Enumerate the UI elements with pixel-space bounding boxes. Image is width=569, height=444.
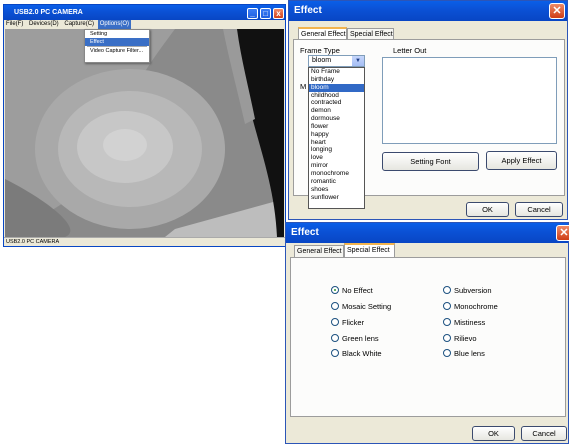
radio-icon [331,318,339,326]
cancel-button[interactable]: Cancel [515,202,563,217]
dialog-title: Effect [294,5,322,16]
dialog-title: Effect [291,227,319,238]
options-dropdown: Setting Effect Video Capture Filter... [84,29,150,63]
list-item[interactable]: shoes [309,186,364,194]
menu-options[interactable]: Options(O) [97,20,132,29]
menu-capture[interactable]: Capture(C) [62,20,96,29]
list-item[interactable]: happy [309,131,364,139]
radio-icon [443,334,451,342]
close-icon[interactable]: ✕ [556,225,569,241]
radio-selected-icon [331,286,339,294]
camera-window: USB2.0 PC CAMERA _ □ x File(F) Devices(D… [3,4,286,247]
menu-devices[interactable]: Devices(D) [27,20,61,29]
radio-label: Rilievo [454,334,477,343]
status-bar: USB2.0 PC CAMERA [4,237,285,246]
frame-type-label: Frame Type [300,46,340,55]
radio-icon [331,349,339,357]
list-item[interactable]: birthday [309,76,364,84]
list-item[interactable]: demon [309,107,364,115]
letter-out-label: Letter Out [393,46,427,55]
radio-icon [331,302,339,310]
radio-label: Mistiness [454,318,486,327]
menu-bar: File(F) Devices(D) Capture(C) Options(O) [4,20,285,29]
radio-flicker[interactable]: Flicker [331,318,364,328]
radio-label: Subversion [454,286,492,295]
list-item[interactable]: love [309,154,364,162]
radio-icon [443,318,451,326]
radio-icon [443,349,451,357]
radio-subversion[interactable]: Subversion [443,286,492,296]
radio-no-effect[interactable]: No Effect [331,286,373,296]
list-item[interactable]: monochrome [309,170,364,178]
radio-mosaic-setting[interactable]: Mosaic Setting [331,302,391,312]
apply-effect-button[interactable]: Apply Effect [486,151,557,170]
radio-label: Blue lens [454,349,485,358]
radio-label: Mosaic Setting [342,302,392,311]
frame-selected-value: bloom [312,57,332,64]
setting-font-button[interactable]: Setting Font [382,152,479,171]
radio-mistiness[interactable]: Mistiness [443,318,485,328]
radio-icon [443,286,451,294]
radio-monochrome[interactable]: Monochrome [443,302,498,312]
tab-special-effect[interactable]: Special Effect [344,243,395,257]
dialog-title-bar[interactable]: Effect [286,223,568,243]
list-item[interactable]: romantic [309,178,364,186]
dialog-title-bar[interactable]: Effect [289,1,567,21]
radio-label: Flicker [342,318,365,327]
close-icon[interactable]: x [273,8,284,19]
list-item-selected[interactable]: bloom [309,83,364,92]
letter-out-textarea[interactable] [382,57,557,144]
close-icon[interactable]: ✕ [549,3,565,19]
chevron-down-icon[interactable]: ▼ [352,56,364,66]
tab-general-effect[interactable]: General Effect [298,27,347,39]
menu-file[interactable]: File(F) [4,20,25,29]
cancel-button[interactable]: Cancel [521,426,567,441]
menu-item-effect[interactable]: Effect [85,38,149,46]
list-item[interactable]: mirror [309,162,364,170]
frame-type-list: No Frame birthday bloom childhood contra… [308,67,365,209]
maximize-icon[interactable]: □ [260,8,271,19]
radio-black-white[interactable]: Black White [331,349,382,359]
radio-label: Monochrome [454,302,498,311]
hidden-label: M [300,82,307,91]
radio-label: Green lens [342,334,379,343]
tab-general-effect[interactable]: General Effect [294,245,344,257]
ok-button[interactable]: OK [472,426,515,441]
radio-rilievo[interactable]: Rilievo [443,334,477,344]
frame-type-select[interactable]: bloom ▼ [308,55,365,67]
list-item[interactable]: dormouse [309,115,364,123]
menu-item-setting[interactable]: Setting [85,30,149,38]
ok-button[interactable]: OK [466,202,509,217]
menu-item-video-capture-filter[interactable]: Video Capture Filter... [85,47,149,55]
radio-blue-lens[interactable]: Blue lens [443,349,485,359]
radio-green-lens[interactable]: Green lens [331,334,379,344]
list-item[interactable]: flower [309,123,364,131]
list-item[interactable]: contracted [309,99,364,107]
list-item[interactable]: heart [309,139,364,147]
list-item[interactable]: childhood [309,92,364,100]
camera-title-bar[interactable]: USB2.0 PC CAMERA _ □ x [4,5,285,20]
window-title: USB2.0 PC CAMERA [14,9,83,16]
radio-label: No Effect [342,286,373,295]
radio-icon [331,334,339,342]
list-item[interactable]: sunflower [309,194,364,202]
radio-icon [443,302,451,310]
list-item[interactable]: No Frame [309,68,364,76]
radio-label: Black White [342,349,382,358]
list-item[interactable]: longing [309,146,364,154]
minimize-icon[interactable]: _ [247,8,258,19]
